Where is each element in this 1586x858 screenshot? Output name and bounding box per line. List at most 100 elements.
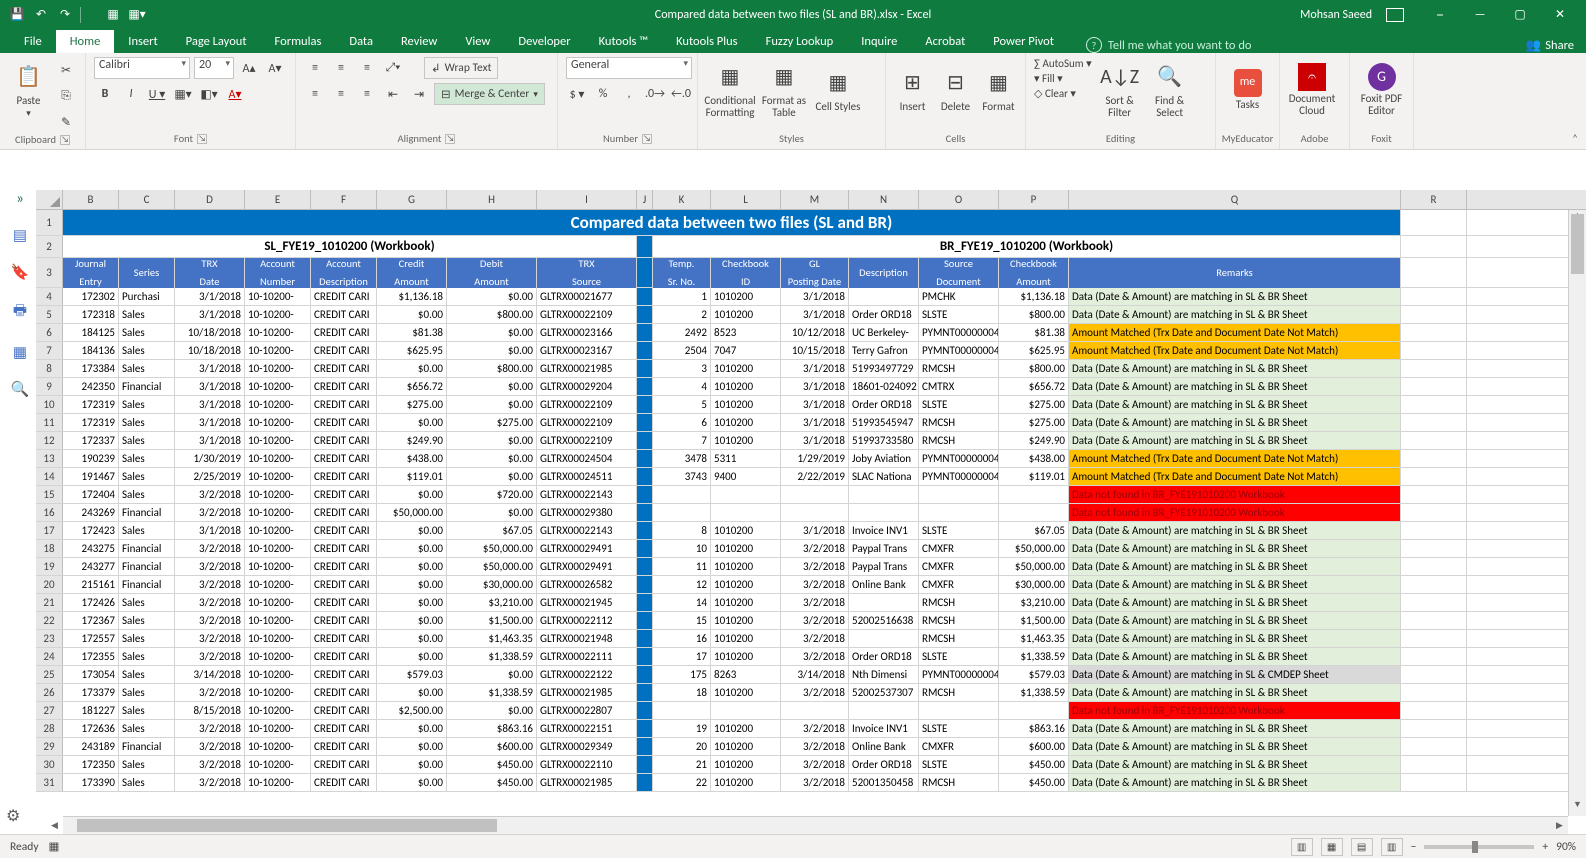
fill-button[interactable]: ▾ Fill ▾: [1034, 72, 1092, 85]
header-cell[interactable]: TRXDate: [175, 258, 245, 288]
tab-kutoolsplus[interactable]: Kutools Plus: [662, 30, 751, 53]
cell[interactable]: 3/1/2018: [175, 432, 245, 449]
cell[interactable]: GLTRX00022807: [537, 702, 637, 719]
cell[interactable]: 243275: [63, 540, 119, 557]
cell[interactable]: 1010200: [711, 360, 781, 377]
row-header[interactable]: 24: [36, 648, 63, 665]
cell[interactable]: PMCHK: [919, 288, 999, 305]
cell[interactable]: RMCSH: [919, 774, 999, 791]
decrease-decimal-icon[interactable]: ←.0: [670, 83, 692, 105]
comma-format-icon[interactable]: ,: [618, 83, 640, 105]
cell[interactable]: Sales: [119, 468, 175, 485]
row-header[interactable]: 16: [36, 504, 63, 521]
cell[interactable]: CREDIT CARI: [311, 432, 377, 449]
cell[interactable]: 10-10200-: [245, 756, 311, 773]
cell[interactable]: 10-10200-: [245, 666, 311, 683]
header-cell[interactable]: Temp.Sr. No.: [653, 258, 711, 288]
row-header[interactable]: 13: [36, 450, 63, 467]
header-cell[interactable]: DebitAmount: [447, 258, 537, 288]
cell-blank[interactable]: [1401, 594, 1467, 611]
cell[interactable]: SLSTE: [919, 522, 999, 539]
tab-file[interactable]: File: [10, 30, 56, 53]
cell[interactable]: CREDIT CARI: [311, 576, 377, 593]
cell[interactable]: 3/2/2018: [175, 486, 245, 503]
cell[interactable]: Sales: [119, 684, 175, 701]
cell[interactable]: GLTRX00022151: [537, 720, 637, 737]
cell[interactable]: 12: [653, 576, 711, 593]
side-workbook-icon[interactable]: ▤: [13, 226, 27, 245]
cell[interactable]: $600.00: [447, 738, 537, 755]
row-header[interactable]: 28: [36, 720, 63, 737]
cell-blank[interactable]: [1401, 666, 1467, 683]
share-button[interactable]: 👥 Share: [1526, 38, 1574, 53]
cell[interactable]: $0.00: [377, 630, 447, 647]
orientation-icon[interactable]: ⤢▾: [382, 57, 404, 79]
cell[interactable]: 3/14/2018: [781, 666, 849, 683]
cell[interactable]: CREDIT CARI: [311, 324, 377, 341]
cell[interactable]: 3/2/2018: [781, 594, 849, 611]
cell[interactable]: Data (Date & Amount) are matching in SL …: [1069, 756, 1401, 773]
cell-blank[interactable]: [1401, 576, 1467, 593]
cell[interactable]: Joby Aviation: [849, 450, 919, 467]
cell[interactable]: 2: [653, 306, 711, 323]
cell[interactable]: 18: [653, 684, 711, 701]
cell[interactable]: $0.00: [377, 612, 447, 629]
col-header-J[interactable]: J: [637, 190, 653, 209]
cell[interactable]: 1/29/2019: [781, 450, 849, 467]
cell[interactable]: 6: [653, 414, 711, 431]
header-cell[interactable]: CheckbookAmount: [999, 258, 1069, 288]
cell[interactable]: [999, 486, 1069, 503]
alignment-launcher-icon[interactable]: ↘: [445, 134, 455, 144]
cell[interactable]: Amount Matched (Trx Date and Document Da…: [1069, 450, 1401, 467]
cell-blank[interactable]: [1401, 378, 1467, 395]
cell[interactable]: 10: [653, 540, 711, 557]
cell[interactable]: Nth Dimensi: [849, 666, 919, 683]
cell[interactable]: Online Bank: [849, 738, 919, 755]
row-header[interactable]: 9: [36, 378, 63, 395]
tab-inquire[interactable]: Inquire: [847, 30, 911, 53]
cell[interactable]: GLTRX00026582: [537, 576, 637, 593]
cell[interactable]: Sales: [119, 702, 175, 719]
cell[interactable]: 7047: [711, 342, 781, 359]
number-format-combo[interactable]: General: [566, 57, 692, 79]
side-print-icon[interactable]: 🖶: [13, 300, 27, 325]
cell[interactable]: 3/2/2018: [175, 756, 245, 773]
increase-font-icon[interactable]: A▴: [238, 57, 260, 79]
cell[interactable]: $275.00: [999, 396, 1069, 413]
decrease-font-icon[interactable]: A▾: [264, 57, 286, 79]
cell[interactable]: GLTRX00021948: [537, 630, 637, 647]
cell[interactable]: $579.03: [999, 666, 1069, 683]
cell[interactable]: $3,210.00: [447, 594, 537, 611]
cell[interactable]: 1010200: [711, 738, 781, 755]
cell[interactable]: Order ORD18: [849, 756, 919, 773]
align-center-icon[interactable]: ≡: [330, 83, 352, 105]
italic-button[interactable]: I: [120, 83, 142, 105]
cell[interactable]: Data (Date & Amount) are matching in SL …: [1069, 306, 1401, 323]
cell[interactable]: CREDIT CARI: [311, 378, 377, 395]
cell[interactable]: 1010200: [711, 756, 781, 773]
cell[interactable]: Data (Date & Amount) are matching in SL …: [1069, 648, 1401, 665]
bold-button[interactable]: B: [94, 83, 116, 105]
cell[interactable]: 3/1/2018: [781, 378, 849, 395]
align-middle-icon[interactable]: ≡: [330, 57, 352, 79]
cell[interactable]: Data (Date & Amount) are matching in SL …: [1069, 630, 1401, 647]
tab-pagelayout[interactable]: Page Layout: [172, 30, 261, 53]
cell[interactable]: $0.00: [377, 486, 447, 503]
side-table-icon[interactable]: ▦: [13, 343, 27, 362]
document-cloud-button[interactable]: 𝄐Document Cloud: [1288, 57, 1336, 123]
title-merged-cell[interactable]: Compared data between two files (SL and …: [63, 210, 1401, 235]
header-cell[interactable]: [637, 258, 653, 287]
cell[interactable]: $50,000.00: [999, 558, 1069, 575]
cell[interactable]: Financial: [119, 738, 175, 755]
cell[interactable]: $0.00: [377, 414, 447, 431]
font-size-combo[interactable]: 20: [194, 57, 234, 79]
cell[interactable]: 3478: [653, 450, 711, 467]
cell[interactable]: 172367: [63, 612, 119, 629]
cell[interactable]: CMXFR: [919, 576, 999, 593]
cell[interactable]: [653, 702, 711, 719]
cell[interactable]: RMCSH: [919, 360, 999, 377]
copy-icon[interactable]: ⎘: [55, 85, 77, 107]
cell[interactable]: 3/2/2018: [175, 774, 245, 791]
cell[interactable]: Sales: [119, 666, 175, 683]
cell[interactable]: 3/14/2018: [175, 666, 245, 683]
